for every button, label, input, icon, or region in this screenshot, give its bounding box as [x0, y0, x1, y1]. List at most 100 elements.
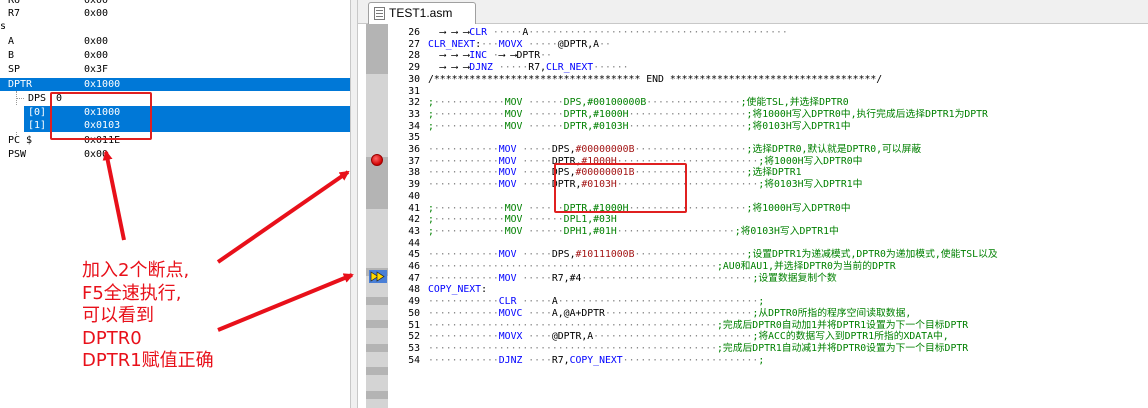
line-number: 26 [408, 27, 420, 38]
code-line[interactable]: 50 ············MOVC ····A,@A+DPTR········… [388, 308, 1148, 320]
register-value: 0x00 [84, 0, 109, 6]
annotation-line: 可以看到 [82, 305, 154, 326]
register-name: PC $ [8, 135, 33, 146]
register-value: 0x00 [84, 149, 109, 160]
current-instruction-arrow-icon [369, 270, 387, 283]
code-line[interactable]: 30 /*********************************** E… [388, 74, 1148, 86]
register-panel: R6 0x00 R7 0x00 s A 0x00 B 0x00 SP 0x3F … [0, 0, 350, 408]
editor-tab[interactable]: TEST1.asm [368, 2, 476, 24]
line-number: 48 [408, 284, 420, 296]
code-line[interactable]: 45 ············MOV ·····DPS,#10111000B···… [388, 249, 1148, 261]
register-group-row[interactable]: s [0, 20, 350, 33]
register-group-name: s [0, 21, 7, 32]
code-line[interactable]: 48 COPY_NEXT: [388, 284, 1148, 296]
code-line[interactable]: 53 ······································… [388, 343, 1148, 355]
line-number: 28 [408, 50, 420, 62]
line-number: 33 [408, 108, 420, 120]
line-number: 38 [408, 167, 420, 179]
code-text: ········································… [428, 261, 896, 272]
code-text: ········································… [428, 342, 969, 354]
code-text: ············MOV ·····R7,#4··············… [428, 272, 837, 284]
gutter-block [366, 320, 388, 328]
highlight-box-code [554, 163, 687, 213]
line-number: 40 [408, 190, 420, 202]
code-text: ;············MOV ······DPS,#00100000B···… [428, 97, 849, 109]
code-line[interactable]: 34 ;············MOV ······DPTR,#0103H····… [388, 121, 1148, 133]
line-number: 50 [408, 307, 420, 319]
line-number: 42 [408, 214, 420, 226]
highlight-box-registers [50, 92, 152, 140]
code-text: ⟶ ⟶ ⟶CLR ·····A·························… [428, 27, 788, 38]
code-text: ;············MOV ······DPH1,#01H········… [428, 225, 839, 237]
annotation-line: DPTR1赋值正确 [82, 350, 214, 371]
code-text: ⟶ ⟶ ⟶INC ·⟶ ⟶DPTR·· [428, 50, 552, 62]
line-number: 39 [408, 179, 420, 191]
code-line[interactable]: 33 ;············MOV ······DPTR,#1000H····… [388, 109, 1148, 121]
line-number: 41 [408, 202, 420, 214]
line-number: 29 [408, 62, 420, 74]
code-line[interactable]: 27 CLR_NEXT:···MOVX ·····@DPTR,A·· [388, 39, 1148, 51]
line-number: 27 [408, 38, 420, 50]
register-name: A [8, 36, 15, 47]
annotation-line: 加入2个断点, [82, 260, 190, 281]
breakpoint-gutter[interactable] [366, 24, 388, 408]
register-value: 0x00 [84, 8, 109, 19]
code-text: ············MOV ·····DPS,#10111000B·····… [428, 249, 998, 261]
panel-splitter[interactable] [350, 0, 358, 408]
code-line[interactable]: 41 ;············MOV ······DPTR,#1000H····… [388, 203, 1148, 215]
code-line[interactable]: 38 ············MOV ·····DPS,#00000001B···… [388, 167, 1148, 179]
register-row[interactable]: A 0x00 [0, 35, 350, 48]
code-area[interactable]: 26 ⟶ ⟶ ⟶CLR ·····A······················… [388, 24, 1148, 408]
register-name: R6 [8, 0, 21, 6]
line-number: 54 [408, 354, 420, 366]
code-line[interactable]: 36 ············MOV ·····DPS,#00000000B···… [388, 144, 1148, 156]
editor-tab-strip: TEST1.asm [358, 0, 1148, 24]
code-line[interactable]: 26 ⟶ ⟶ ⟶CLR ·····A······················… [388, 27, 1148, 39]
code-text: /*********************************** END… [428, 73, 883, 85]
code-line[interactable]: 29 ⟶ ⟶ ⟶DJNZ ·····R7,CLR_NEXT······ [388, 62, 1148, 74]
line-number: 30 [408, 73, 420, 85]
code-line[interactable]: 47 ············MOV ·····R7,#4············… [388, 273, 1148, 285]
register-row[interactable]: R6 0x00 [0, 0, 350, 7]
code-line[interactable]: 35 [388, 132, 1148, 144]
code-line[interactable]: 31 [388, 86, 1148, 98]
code-line[interactable]: 44 [388, 238, 1148, 250]
line-number: 46 [408, 261, 420, 272]
register-row[interactable]: SP 0x3F [0, 63, 350, 76]
code-text: COPY_NEXT: [428, 284, 487, 296]
code-line[interactable]: 51 ······································… [388, 320, 1148, 332]
code-line[interactable]: 40 [388, 191, 1148, 203]
breakpoint-icon[interactable] [371, 154, 383, 166]
code-text: ············DJNZ ····R7,COPY_NEXT·······… [428, 354, 765, 366]
register-row[interactable]: R7 0x00 [0, 7, 350, 20]
line-number: 34 [408, 120, 420, 132]
line-number: 43 [408, 225, 420, 237]
code-line[interactable]: 32 ;············MOV ······DPS,#00100000B·… [388, 97, 1148, 109]
gutter-block [366, 344, 388, 352]
code-line[interactable]: 52 ············MOVX ····@DPTR,A··········… [388, 331, 1148, 343]
register-row-dptr[interactable]: DPTR 0x1000 [0, 78, 350, 91]
gutter-block [366, 367, 388, 375]
code-text: ;············MOV ······DPTR,#1000H······… [428, 108, 988, 120]
code-line[interactable]: 28 ⟶ ⟶ ⟶INC ·⟶ ⟶DPTR·· [388, 50, 1148, 62]
register-value: 0x1000 [84, 79, 121, 90]
code-line[interactable]: 49 ············CLR ·····A················… [388, 296, 1148, 308]
code-text: ;············MOV ······DPTR,#0103H······… [428, 120, 851, 132]
register-name: [1] [28, 120, 47, 131]
code-line[interactable]: 37 ············MOV ·····DPTR,#1000H······… [388, 156, 1148, 168]
code-line[interactable]: 54 ············DJNZ ····R7,COPY_NEXT·····… [388, 355, 1148, 367]
code-line[interactable]: 43 ;············MOV ······DPH1,#01H······… [388, 226, 1148, 238]
line-number: 36 [408, 144, 420, 155]
register-row[interactable]: B 0x00 [0, 49, 350, 62]
register-name: DPTR [8, 79, 33, 90]
line-number: 52 [408, 331, 420, 343]
register-row[interactable]: PSW 0x00 [0, 148, 350, 161]
gutter-block [366, 391, 388, 399]
annotation-text: 加入2个断点, F5全速执行, 可以看到 DPTR0 DPTR1赋值正确 [82, 260, 282, 373]
code-line[interactable]: 39 ············MOV ·····DPTR,#0103H······… [388, 179, 1148, 191]
code-line[interactable]: 46 ······································… [388, 261, 1148, 273]
asm-file-icon [374, 7, 385, 20]
line-number: 32 [408, 97, 420, 109]
code-text: ············MOVC ····A,@A+DPTR··········… [428, 307, 912, 319]
code-line[interactable]: 42 ;············MOV ······DPL1,#03H [388, 214, 1148, 226]
